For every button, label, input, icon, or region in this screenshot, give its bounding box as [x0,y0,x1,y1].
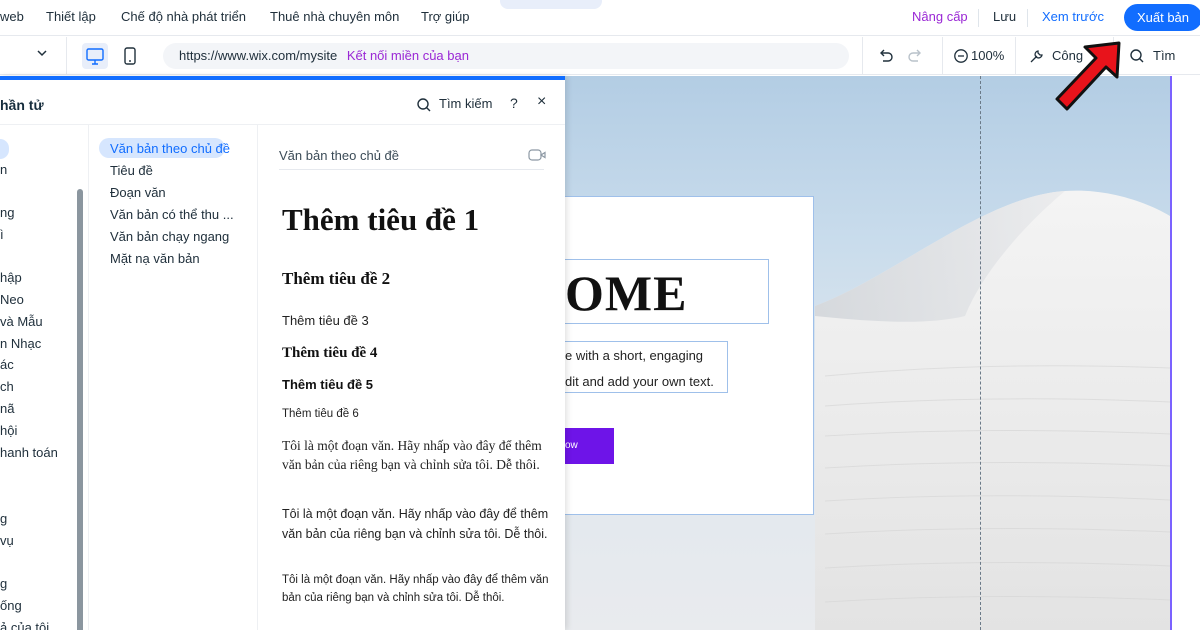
undo-icon[interactable] [877,47,895,65]
heading-3-preset[interactable]: Thêm tiêu đề 3 [282,313,369,328]
category-item[interactable]: ch [0,379,14,394]
welcome-heading[interactable]: OME [565,262,687,324]
cta-button[interactable]: ow [565,428,614,464]
save-button[interactable]: Lưu [993,0,1016,36]
category-item[interactable]: hanh toán [0,445,58,460]
editor-toolbar: https://www.wix.com/mysite Kết nối miền … [0,37,1200,101]
welcome-paragraph[interactable]: e with a short, engaging dit and add you… [565,343,714,395]
help-icon[interactable]: ? [510,95,518,111]
category-item[interactable]: ng [0,205,14,220]
layout-guide-line [980,76,981,630]
paragraph-2-preset[interactable]: Tôi là một đoạn văn. Hãy nhấp vào đây để… [282,505,552,544]
zoom-out-icon[interactable] [953,48,969,64]
add-elements-panel: hần tử Tìm kiếm ? × n ng ì hập Neo và Mẫ… [0,76,565,630]
category-item[interactable]: g [0,576,7,591]
category-item[interactable]: vụ [0,533,14,548]
paragraph-line: e with a short, engaging [565,348,704,363]
active-category-highlight [0,139,9,159]
connect-domain-link[interactable]: Kết nối miền của bạn [347,48,469,63]
category-item[interactable]: g [0,511,7,526]
chevron-up-icon: ^ [545,0,550,6]
heading-2-preset[interactable]: Thêm tiêu đề 2 [282,269,390,289]
publish-button[interactable]: Xuất bản [1124,4,1200,31]
divider [942,37,943,75]
paragraph-line: dit and add your own text. [565,374,714,389]
subcategory-item-titles[interactable]: Tiêu đề [110,163,153,178]
category-list: n ng ì hập Neo và Mẫu n Nhạc ác ch nã hộ… [0,125,88,630]
redo-icon[interactable] [906,47,924,65]
menu-help[interactable]: Trợ giúp [421,0,470,36]
heading-6-preset[interactable]: Thêm tiêu đề 6 [282,408,359,420]
heading-4-preset[interactable]: Thêm tiêu đề 4 [282,345,377,362]
panel-search-button[interactable]: Tìm kiếm [439,96,492,111]
wrench-icon[interactable] [1028,48,1045,65]
chevron-down-icon[interactable] [36,47,48,59]
menu-hire-professional[interactable]: Thuê nhà chuyên môn [270,0,399,36]
divider [66,37,67,75]
category-scrollbar[interactable] [77,189,83,630]
divider [1015,37,1016,75]
menu-website[interactable]: web [0,0,24,36]
category-item[interactable]: ống [0,598,22,613]
section-header: Văn bản theo chủ đề [279,148,399,163]
preview-button[interactable]: Xem trước [1042,0,1104,36]
divider [978,9,979,27]
subcategory-item-marquee-text[interactable]: Văn bản chạy ngang [110,229,229,244]
upgrade-button[interactable]: Nâng cấp [912,0,968,36]
subcategory-item-text-mask[interactable]: Mặt nạ văn bản [110,251,200,266]
search-icon[interactable] [416,97,432,113]
menu-dev-mode[interactable]: Chế độ nhà phát triển [121,0,246,36]
heading-1-preset[interactable]: Thêm tiêu đề 1 [282,202,479,238]
panel-title: hần tử [0,97,44,113]
category-item[interactable]: ác [0,357,14,372]
divider [279,169,544,170]
category-item[interactable]: nã [0,401,14,416]
element-preview-list: Văn bản theo chủ đề Thêm tiêu đề 1 Thêm … [258,125,565,630]
subcategory-item-themed-text[interactable]: Văn bản theo chủ đề [110,141,230,156]
search-button[interactable]: Tìm kiếm [1153,37,1200,101]
collapse-tab[interactable]: ^ [500,0,602,9]
category-item[interactable]: và Mẫu [0,314,43,329]
search-icon[interactable] [1129,48,1145,64]
divider [1027,9,1028,27]
divider [862,37,863,75]
heading-5-preset[interactable]: Thêm tiêu đề 5 [282,377,373,392]
site-url: https://www.wix.com/mysite [179,48,338,63]
desktop-icon [86,48,104,65]
category-item[interactable]: Neo [0,292,24,307]
category-item[interactable]: n [0,162,7,177]
category-item[interactable]: ả của tôi [0,620,49,630]
close-icon[interactable]: × [537,93,546,111]
paragraph-3-preset[interactable]: Tôi là một đoạn văn. Hãy nhấp vào đây để… [282,571,552,607]
video-tutorial-icon[interactable] [528,148,546,162]
mobile-icon [124,47,136,65]
subcategory-item-collapsible-text[interactable]: Văn bản có thể thu ... [110,207,234,222]
canvas-right-gutter [1170,76,1200,630]
category-item[interactable]: hập [0,270,22,285]
subcategory-list: Văn bản theo chủ đề Tiêu đề Đoạn văn Văn… [89,125,257,630]
top-menu-bar: web Thiết lập Chế độ nhà phát triển Thuê… [0,0,1200,36]
menu-settings[interactable]: Thiết lập [46,0,96,36]
category-item[interactable]: n Nhạc [0,336,41,351]
paragraph-1-preset[interactable]: Tôi là một đoạn văn. Hãy nhấp vào đây để… [282,436,552,474]
desktop-view-button[interactable] [82,43,108,69]
mobile-view-button[interactable] [120,43,140,69]
red-arrow-annotation [1055,41,1121,111]
category-item[interactable]: ì [0,227,4,242]
zoom-level[interactable]: 100% [971,37,1004,75]
category-item[interactable]: hội [0,423,17,438]
subcategory-item-paragraphs[interactable]: Đoạn văn [110,185,166,200]
site-url-bar[interactable]: https://www.wix.com/mysite Kết nối miền … [163,43,849,69]
